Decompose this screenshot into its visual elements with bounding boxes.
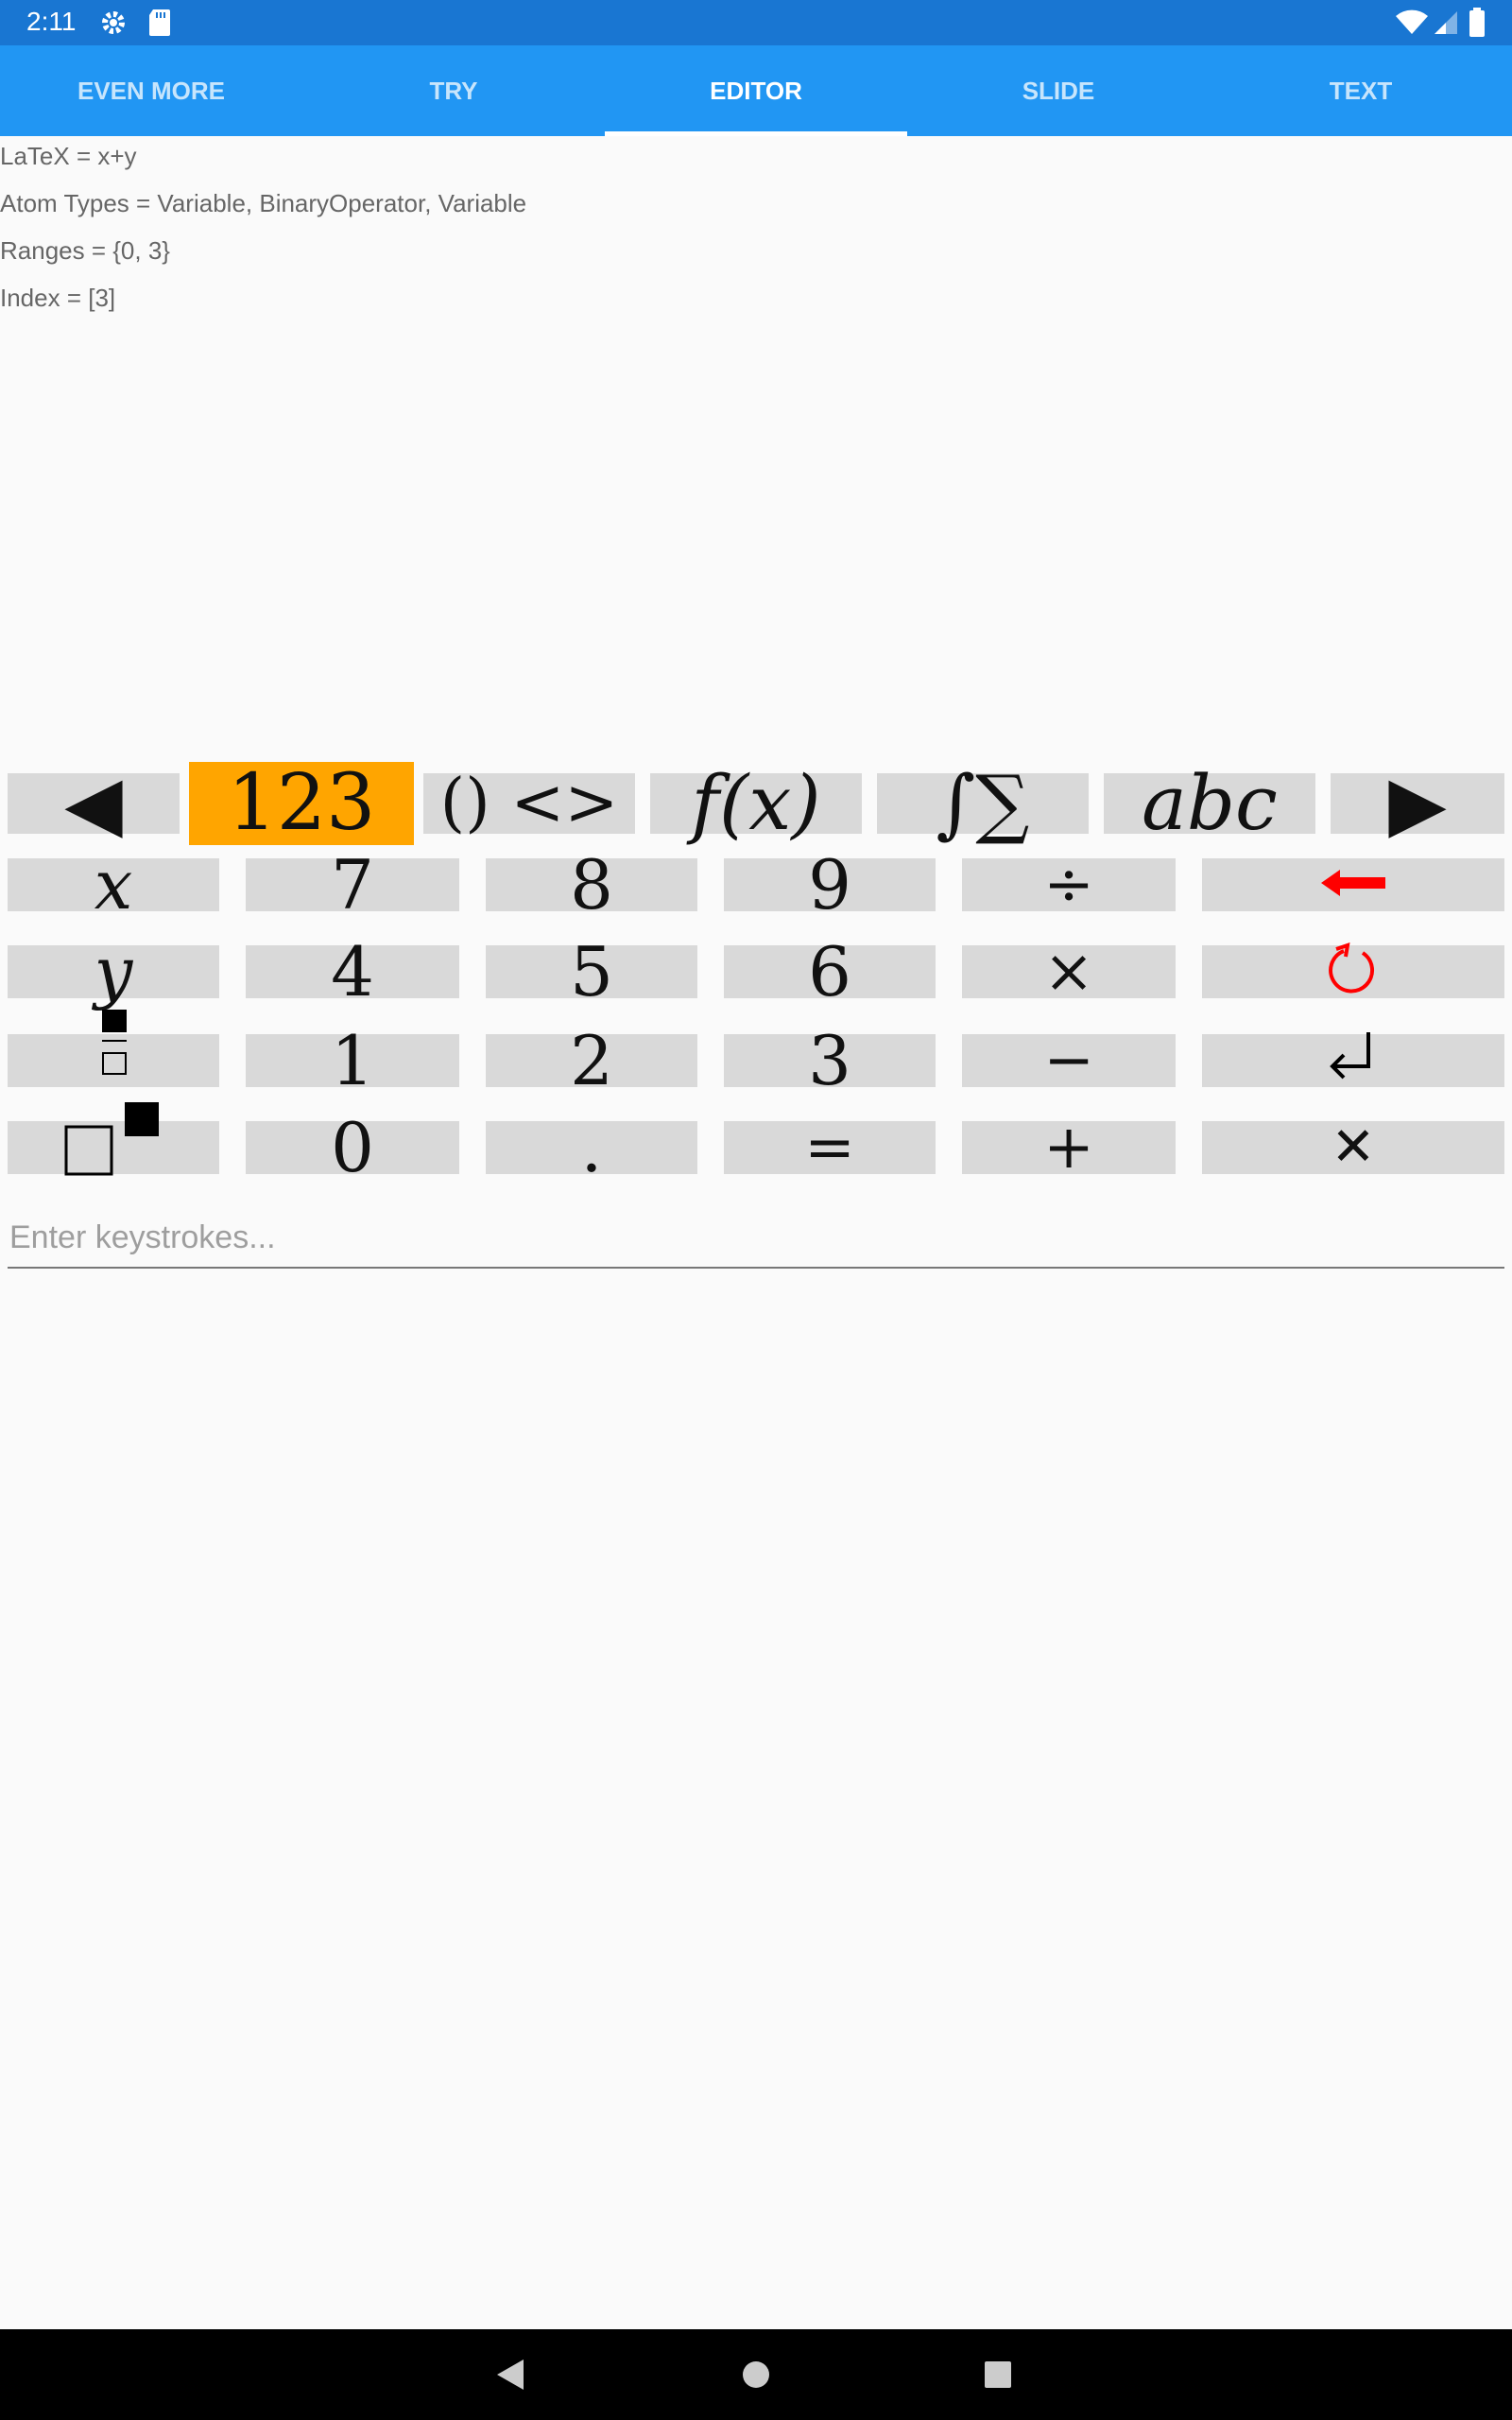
key-label: 123 bbox=[227, 758, 376, 848]
keyboard-next-page-button[interactable]: ▶ bbox=[1331, 766, 1504, 841]
tab-label: SLIDE bbox=[1022, 76, 1095, 105]
wifi-icon bbox=[1395, 9, 1429, 40]
return-icon bbox=[1327, 1028, 1380, 1093]
ranges-readout: Ranges = {0, 3} bbox=[0, 236, 170, 265]
keyboard-tab-letters[interactable]: abc bbox=[1104, 766, 1315, 841]
keystroke-input[interactable] bbox=[8, 1210, 1508, 1265]
tab-try[interactable]: TRY bbox=[302, 45, 605, 136]
key-label: f(x) bbox=[691, 759, 821, 847]
key-label: abc bbox=[1142, 759, 1278, 847]
key-label: y bbox=[94, 932, 133, 1011]
keyboard-tab-calculus[interactable]: ∫∑ bbox=[877, 766, 1089, 841]
enter-button[interactable] bbox=[1202, 1032, 1504, 1087]
key-multiply[interactable]: × bbox=[962, 942, 1176, 1002]
latex-readout: LaTeX = x+y bbox=[0, 142, 137, 170]
index-readout: Index = [3] bbox=[0, 284, 116, 312]
key-label: 7 bbox=[331, 845, 374, 925]
key-equals[interactable]: = bbox=[724, 1117, 936, 1178]
keyboard-prev-page-button[interactable]: ◀ bbox=[8, 766, 180, 841]
fraction-button[interactable] bbox=[8, 1010, 219, 1089]
key-y[interactable]: y bbox=[8, 938, 219, 1006]
keystroke-input-container bbox=[8, 1210, 1508, 1269]
key-6[interactable]: 6 bbox=[724, 938, 936, 1006]
key-8[interactable]: 8 bbox=[486, 851, 697, 919]
tab-label: EDITOR bbox=[710, 76, 802, 105]
key-x[interactable]: x bbox=[8, 851, 219, 919]
gear-icon bbox=[98, 8, 129, 42]
editor-info: LaTeX = x+y Atom Types = Variable, Binar… bbox=[0, 137, 526, 326]
key-label: 6 bbox=[808, 932, 851, 1011]
back-icon[interactable] bbox=[493, 2356, 527, 2397]
key-label: × bbox=[1043, 937, 1094, 1007]
keyboard-tab-brackets[interactable]: () <> bbox=[423, 766, 635, 840]
dismiss-keyboard-button[interactable]: ✕ bbox=[1202, 1121, 1504, 1174]
key-label: . bbox=[580, 1108, 603, 1187]
keyboard-tab-functions[interactable]: f(x) bbox=[650, 766, 862, 841]
atom-types-readout: Atom Types = Variable, BinaryOperator, V… bbox=[0, 189, 527, 217]
tab-editor[interactable]: EDITOR bbox=[605, 45, 907, 136]
key-label: 9 bbox=[808, 845, 851, 925]
key-label: 2 bbox=[570, 1021, 613, 1100]
close-icon: ✕ bbox=[1331, 1116, 1376, 1178]
key-label: = bbox=[804, 1113, 855, 1183]
tab-text[interactable]: TEXT bbox=[1210, 45, 1512, 136]
tab-bar: EVEN MORE TRY EDITOR SLIDE TEXT bbox=[0, 45, 1512, 136]
key-2[interactable]: 2 bbox=[486, 1027, 697, 1095]
key-1[interactable]: 1 bbox=[246, 1027, 459, 1095]
key-label: ÷ bbox=[1043, 850, 1094, 920]
status-time: 2:11 bbox=[26, 7, 77, 36]
clear-button[interactable] bbox=[1202, 942, 1504, 998]
key-label: 4 bbox=[331, 932, 374, 1011]
key-label: ▶ bbox=[1388, 759, 1447, 847]
key-label: x bbox=[94, 845, 133, 925]
sd-card-icon bbox=[147, 8, 172, 42]
key-label: 8 bbox=[570, 845, 613, 925]
key-label: − bbox=[1043, 1026, 1094, 1096]
recents-icon[interactable] bbox=[983, 2356, 1013, 2397]
key-7[interactable]: 7 bbox=[246, 851, 459, 919]
superscript-icon bbox=[64, 1102, 163, 1182]
refresh-icon bbox=[1327, 942, 1380, 1002]
backspace-button[interactable] bbox=[1202, 858, 1504, 911]
tab-label: TRY bbox=[429, 76, 478, 105]
tab-label: TEXT bbox=[1329, 76, 1393, 105]
keyboard-tab-numbers[interactable]: 123 bbox=[189, 762, 414, 845]
key-label: ∫∑ bbox=[936, 759, 1030, 847]
navigation-bar bbox=[0, 2329, 1512, 2420]
key-9[interactable]: 9 bbox=[724, 851, 936, 919]
tab-label: EVEN MORE bbox=[77, 76, 226, 105]
key-decimal[interactable]: . bbox=[486, 1114, 697, 1182]
signal-icon bbox=[1433, 9, 1459, 40]
key-0[interactable]: 0 bbox=[246, 1114, 459, 1182]
key-label: 0 bbox=[331, 1108, 374, 1187]
fraction-icon bbox=[94, 1010, 132, 1089]
key-plus[interactable]: + bbox=[962, 1117, 1176, 1178]
key-label: ◀ bbox=[64, 759, 123, 847]
status-bar: 2:11 bbox=[0, 0, 1512, 45]
key-label: 5 bbox=[570, 932, 613, 1011]
key-divide[interactable]: ÷ bbox=[962, 855, 1176, 915]
key-3[interactable]: 3 bbox=[724, 1027, 936, 1095]
tab-even-more[interactable]: EVEN MORE bbox=[0, 45, 302, 136]
key-label: () <> bbox=[439, 766, 619, 840]
power-button[interactable] bbox=[8, 1102, 219, 1176]
key-label: 3 bbox=[808, 1021, 851, 1100]
key-4[interactable]: 4 bbox=[246, 938, 459, 1006]
key-minus[interactable]: − bbox=[962, 1030, 1176, 1091]
tab-slide[interactable]: SLIDE bbox=[907, 45, 1210, 136]
battery-icon bbox=[1469, 8, 1486, 42]
key-label: 1 bbox=[331, 1021, 374, 1100]
backspace-icon bbox=[1319, 866, 1387, 904]
key-label: + bbox=[1043, 1113, 1094, 1183]
key-5[interactable]: 5 bbox=[486, 938, 697, 1006]
home-icon[interactable] bbox=[741, 2356, 771, 2397]
